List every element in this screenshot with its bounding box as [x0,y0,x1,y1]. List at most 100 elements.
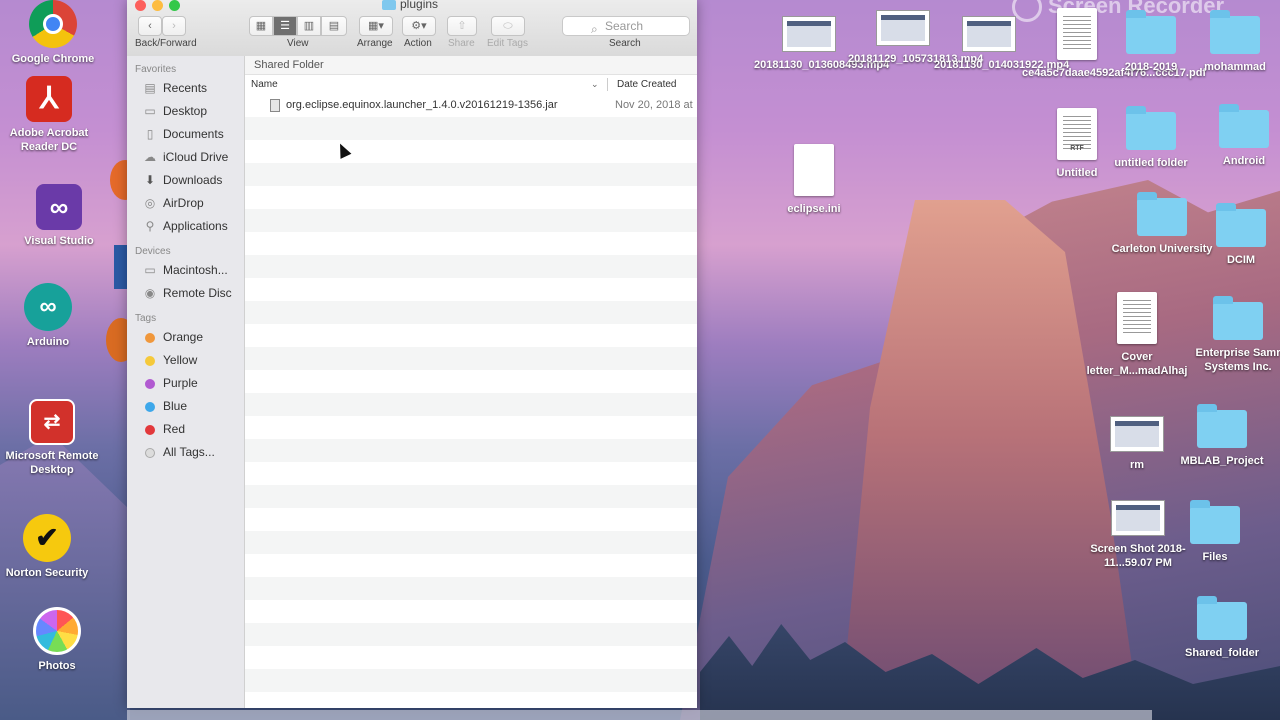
back-button[interactable]: ‹ [138,16,162,36]
desktop-icon-photos[interactable]: Photos [2,607,112,673]
sidebar-item-remote-disc[interactable]: ◉ Remote Disc [127,282,244,305]
view-label: View [287,38,309,49]
desktop-folder-files[interactable]: Files [1160,500,1270,564]
tag-icon: ⬭ [503,20,513,32]
desktop-icon-acrobat[interactable]: ⅄ Adobe Acrobat Reader DC [0,76,104,154]
folder-icon [1197,404,1247,448]
video-thumbnail-icon [876,10,930,46]
sidebar-item-applications[interactable]: ⚲ Applications [127,215,244,238]
column-view-button[interactable]: ▥ [297,16,321,36]
disc-icon: ◉ [144,286,156,300]
action-button[interactable]: ⚙▾ [402,16,436,36]
file-list: org.eclipse.equinox.launcher_1.4.0.v2016… [245,94,697,708]
image-thumbnail-icon [1110,416,1164,452]
desktop-icon-remote-desktop[interactable]: ⇄ Microsoft Remote Desktop [0,399,107,477]
desktop-icon-arduino[interactable]: ∞ Arduino [0,283,103,349]
applications-icon: ⚲ [145,219,155,233]
folder-icon [1210,10,1260,54]
purple-tag-icon [145,378,155,389]
window-title: plugins [382,0,438,11]
chevron-right-icon: › [172,20,176,32]
column-header-row: Name ⌄ Date Created [245,75,697,95]
coverflow-icon: ▤ [328,20,340,32]
desktop-folder-android[interactable]: Android [1189,104,1280,168]
folder-icon [1126,106,1176,150]
desktop-folder-enterprise[interactable]: Enterprise Samr Systems Inc. [1183,296,1280,374]
edit-tags-button[interactable]: ⬭ [491,16,525,36]
search-label: Search [609,38,641,49]
arrange-label: Arrange [357,38,393,49]
sidebar-all-tags[interactable]: All Tags... [127,441,244,464]
close-button[interactable] [135,0,146,11]
desktop-icon-visual-studio[interactable]: ∞ Visual Studio [4,184,114,248]
desktop-folder-dcim[interactable]: DCIM [1186,203,1280,267]
folder-icon [1137,192,1187,236]
photos-icon [33,607,81,655]
yellow-tag-icon [145,355,155,366]
jar-file-icon [270,99,280,112]
table-row[interactable]: org.eclipse.equinox.launcher_1.4.0.v2016… [245,94,697,117]
sidebar-item-recents[interactable]: ▤ Recents [127,77,244,100]
search-icon: ⌕ [591,22,598,36]
folder-icon [1213,296,1263,340]
desktop-file-eclipse-ini[interactable]: eclipse.ini [759,144,869,216]
visual-studio-icon: ∞ [36,184,82,230]
video-thumbnail-icon [962,16,1016,52]
column-divider[interactable] [607,78,608,91]
file-name: org.eclipse.equinox.launcher_1.4.0.v2016… [286,99,558,111]
folder-icon [1219,104,1269,148]
folder-icon [382,0,396,10]
desktop-file-cover-letter[interactable]: Cover letter_M...madAlhaj [1082,292,1192,378]
harddisk-icon: ▭ [144,263,156,277]
desktop-icon-chrome[interactable]: Google Chrome [0,0,108,66]
edit-tags-label: Edit Tags [487,38,528,49]
chevron-left-icon: ‹ [148,20,152,32]
desktop-folder-mohammad[interactable]: mohammad [1180,10,1280,74]
gear-icon: ⚙▾ [411,20,427,32]
tags-header: Tags [135,313,157,324]
sidebar-item-documents[interactable]: ▯ Documents [127,123,244,146]
blue-tag-icon [145,401,155,412]
file-list-pane: Shared Folder Name ⌄ Date Created org.ec… [245,56,697,708]
sidebar-item-airdrop[interactable]: ◎ AirDrop [127,192,244,215]
gallery-view-button[interactable]: ▤ [321,16,347,36]
devices-header: Devices [135,246,171,257]
finder-window: plugins ‹ › Back/Forward ▦ ☰ ▥ ▤ View ▦▾… [127,0,697,708]
icon-view-button[interactable]: ▦ [249,16,273,36]
sidebar-tag-blue[interactable]: Blue [127,395,244,418]
finder-toolbar: plugins ‹ › Back/Forward ▦ ☰ ▥ ▤ View ▦▾… [127,0,697,57]
sidebar-tag-orange[interactable]: Orange [127,326,244,349]
date-created-column-header[interactable]: Date Created [617,75,676,94]
arrange-button[interactable]: ▦▾ [359,16,393,36]
sidebar-item-desktop[interactable]: ▭ Desktop [127,100,244,123]
folder-icon [1216,203,1266,247]
desktop-folder-mblab[interactable]: MBLAB_Project [1167,404,1277,468]
name-column-header[interactable]: Name [251,75,278,94]
desktop-folder-shared[interactable]: Shared_folder [1167,596,1277,660]
sidebar-tag-yellow[interactable]: Yellow [127,349,244,372]
forward-button[interactable]: › [162,16,186,36]
video-thumbnail-icon [782,16,836,52]
desktop-icon: ▭ [144,104,156,118]
sidebar-item-macintosh[interactable]: ▭ Macintosh... [127,259,244,282]
text-document-icon [794,144,834,196]
sort-chevron-icon[interactable]: ⌄ [591,75,599,94]
sidebar-tag-purple[interactable]: Purple [127,372,244,395]
zoom-button[interactable] [169,0,180,11]
sidebar-item-icloud[interactable]: ☁ iCloud Drive [127,146,244,169]
remote-desktop-icon: ⇄ [29,399,75,445]
folder-icon [1197,596,1247,640]
folder-icon [1190,500,1240,544]
airdrop-icon: ◎ [144,196,156,210]
sidebar-tag-red[interactable]: Red [127,418,244,441]
desktop-icon-norton[interactable]: ✔ Norton Security [0,514,102,580]
minimize-button[interactable] [152,0,163,11]
search-input[interactable]: ⌕ Search [562,16,690,36]
sidebar-item-downloads[interactable]: ⬇ Downloads [127,169,244,192]
columns-icon: ▥ [303,20,315,32]
dock[interactable] [127,710,1152,720]
list-view-button[interactable]: ☰ [273,16,297,36]
share-button[interactable]: ⇧ [447,16,477,36]
acrobat-icon: ⅄ [26,76,72,122]
red-tag-icon [145,424,155,435]
